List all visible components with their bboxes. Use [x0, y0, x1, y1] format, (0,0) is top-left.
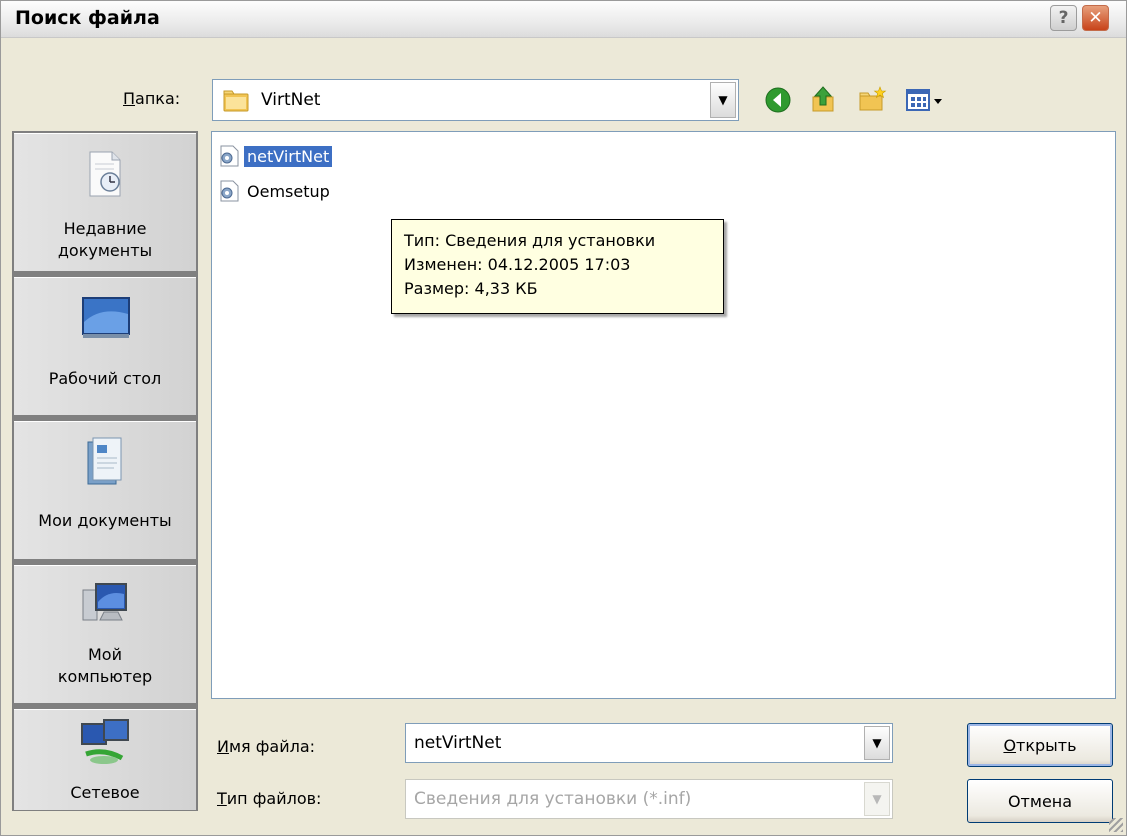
inf-file-icon: [220, 180, 239, 202]
place-label: документы: [57, 241, 153, 260]
place-my-documents[interactable]: Мои документы: [14, 421, 196, 559]
file-name: Oemsetup: [247, 181, 330, 201]
view-menu-icon[interactable]: [905, 85, 951, 115]
open-button[interactable]: Открыть: [967, 723, 1113, 767]
back-icon[interactable]: [763, 85, 793, 115]
place-recent-documents[interactable]: Недавние документы: [14, 133, 196, 271]
file-info-tooltip: Тип: Сведения для установки Изменен: 04.…: [391, 219, 724, 314]
place-label: Сетевое: [70, 783, 140, 802]
my-computer-icon: [82, 583, 127, 621]
folder-dropdown-button[interactable]: ▼: [710, 82, 736, 118]
chevron-down-icon: ▼: [718, 93, 728, 107]
folder-value: VirtNet: [261, 90, 321, 110]
folder-combo[interactable]: VirtNet ▼: [212, 79, 739, 121]
help-button[interactable]: ?: [1050, 5, 1077, 31]
filetype-combo[interactable]: Сведения для установки (*.inf) ▼: [405, 779, 893, 819]
place-label: Мои документы: [38, 511, 172, 530]
filename-label: Имя файла:: [217, 737, 316, 756]
filename-input[interactable]: netVirtNet: [414, 733, 501, 753]
recent-documents-icon: [89, 151, 121, 197]
place-label: Недавние: [63, 219, 147, 238]
folder-icon: [223, 90, 249, 112]
places-bar: Недавние документы Рабочий стол Мои доку…: [12, 131, 198, 811]
place-desktop[interactable]: Рабочий стол: [14, 277, 196, 415]
title-bar[interactable]: Поиск файла ? ✕: [1, 1, 1126, 38]
file-item-oemsetup[interactable]: Oemsetup: [218, 179, 333, 203]
place-label: компьютер: [57, 667, 153, 686]
filetype-dropdown-button[interactable]: ▼: [864, 782, 890, 816]
tooltip-type: Тип: Сведения для установки: [404, 231, 656, 250]
chevron-down-icon: ▼: [872, 736, 882, 750]
cancel-button[interactable]: Отмена: [967, 779, 1113, 823]
new-folder-icon[interactable]: [857, 85, 887, 115]
my-documents-icon: [87, 437, 122, 485]
desktop-icon: [82, 297, 130, 338]
file-open-dialog: Поиск файла ? ✕ Папка: VirtNet ▼ Недавни…: [0, 0, 1127, 836]
filetype-label: Тип файлов:: [217, 789, 322, 808]
filename-dropdown-button[interactable]: ▼: [864, 726, 890, 760]
up-folder-icon[interactable]: [809, 85, 839, 115]
close-button[interactable]: ✕: [1082, 5, 1109, 31]
network-icon: [81, 719, 129, 764]
filename-combo[interactable]: netVirtNet ▼: [405, 723, 893, 763]
filetype-value: Сведения для установки (*.inf): [414, 789, 692, 809]
place-label: Рабочий стол: [48, 369, 162, 388]
place-my-computer[interactable]: Мой компьютер: [14, 565, 196, 703]
file-list[interactable]: netVirtNet Oemsetup: [211, 131, 1116, 699]
place-network[interactable]: Сетевое: [14, 709, 196, 810]
folder-label: Папка:: [123, 89, 181, 108]
inf-file-icon: [220, 145, 239, 167]
place-label: Мой: [88, 645, 122, 664]
resize-grip[interactable]: [1109, 818, 1123, 832]
chevron-down-icon: ▼: [872, 792, 882, 806]
tooltip-modified: Изменен: 04.12.2005 17:03: [404, 255, 631, 274]
file-name: netVirtNet: [244, 145, 333, 167]
window-title: Поиск файла: [15, 7, 160, 29]
tooltip-size: Размер: 4,33 КБ: [404, 279, 538, 298]
file-item-netvirtnet[interactable]: netVirtNet: [218, 144, 333, 168]
